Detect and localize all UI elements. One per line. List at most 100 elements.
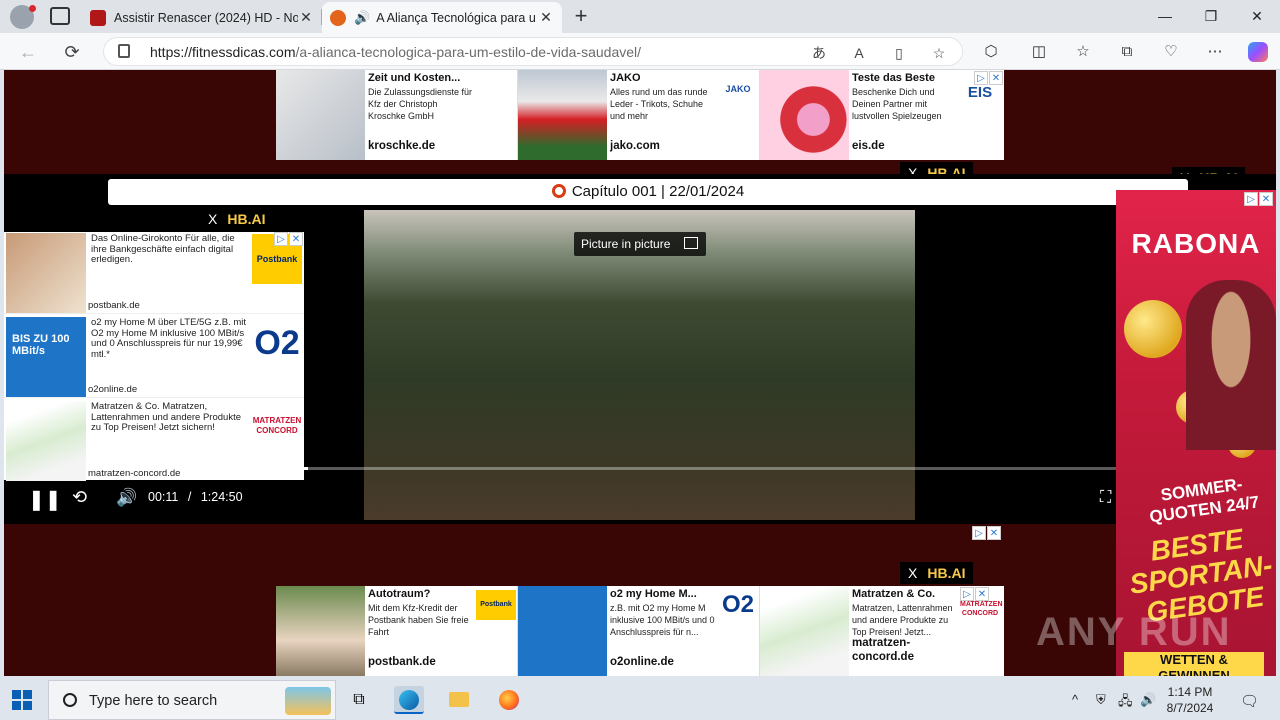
episode-title-bar: Capítulo 001 | 22/01/2024 (108, 179, 1188, 205)
minimize-button[interactable]: — (1142, 4, 1188, 28)
video-frame[interactable] (364, 210, 915, 520)
web-page: Zeit und Kosten... Die Zulassungsdienste… (4, 70, 1276, 676)
ad-cell[interactable]: Teste das Beste Beschenke Dich und Deine… (760, 70, 1002, 160)
adchoices-icon[interactable]: ▷ (1244, 192, 1258, 206)
top-ad-banner[interactable]: Zeit und Kosten... Die Zulassungsdienste… (276, 70, 1004, 160)
ad-cell[interactable]: JAKO Alles rund um das runde Leder - Tri… (518, 70, 760, 160)
system-clock[interactable]: 1:14 PM 8/7/2024 (1160, 684, 1220, 716)
ad-close-icon[interactable]: ✕ (987, 526, 1001, 540)
close-tab-icon[interactable]: ✕ (298, 9, 314, 26)
security-icon[interactable]: ⛨ (1096, 692, 1106, 708)
tab-alianca[interactable]: 🔊 A Aliança Tecnológica para u ✕ (322, 2, 562, 33)
close-icon[interactable]: X (908, 565, 917, 581)
side-ad-domain: o2online.de (88, 384, 138, 395)
ad-headline: o2 my Home M... (610, 588, 697, 600)
ad-cell[interactable]: o2 my Home M... z.B. mit O2 my Home M in… (518, 586, 760, 676)
ad-close-icon[interactable]: ✕ (989, 71, 1003, 85)
ad-headline: Teste das Beste (852, 72, 935, 84)
url-text: https://fitnessdicas.com/a-alianca-tecno… (150, 44, 641, 60)
back-button[interactable]: ← (16, 40, 40, 64)
collections-icon[interactable]: ⧉ (1116, 41, 1138, 63)
o2-badge: BIS ZU 100 MBit/s (12, 333, 70, 357)
ad-image (276, 586, 365, 676)
current-time: 00:11 (148, 490, 179, 504)
episode-title: Capítulo 001 | 22/01/2024 (571, 183, 745, 200)
close-window-button[interactable]: ✕ (1234, 4, 1280, 28)
side-ad-domain: matratzen-concord.de (88, 468, 181, 479)
favorite-star-icon[interactable]: ☆ (930, 44, 948, 62)
ad-close-icon[interactable]: ✕ (1259, 192, 1273, 206)
immersive-reader-icon[interactable]: ▯ (890, 44, 908, 62)
lock-icon[interactable] (118, 44, 130, 58)
search-placeholder: Type here to search (89, 693, 218, 709)
close-icon[interactable]: X (208, 211, 217, 227)
ad-cell[interactable]: Zeit und Kosten... Die Zulassungsdienste… (276, 70, 518, 160)
adchoices-icon[interactable]: ▷ (974, 71, 988, 85)
adchoices-icon[interactable]: ▷ (960, 587, 974, 601)
restore-button[interactable]: ❐ (1188, 4, 1234, 28)
file-explorer-icon[interactable] (444, 686, 474, 714)
ad-cell[interactable]: Autotraum? Mit dem Kfz-Kredit der Postba… (276, 586, 518, 676)
edge-taskbar-icon[interactable] (394, 686, 424, 714)
tab-title: A Aliança Tecnológica para u (376, 10, 536, 25)
more-menu-icon[interactable]: ⋯ (1204, 41, 1226, 63)
performance-icon[interactable]: ♡ (1160, 41, 1182, 63)
favorites-icon[interactable]: ☆ (1072, 41, 1094, 63)
ad-close-icon[interactable]: ✕ (975, 587, 989, 601)
ad-body: Mit dem Kfz-Kredit der Postbank haben Si… (368, 603, 469, 637)
wetten-gewinnen-button[interactable]: WETTEN & GEWINNEN (1124, 652, 1264, 676)
jako-logo: JAKO (725, 84, 751, 94)
volume-tray-icon[interactable]: 🔊 (1140, 692, 1156, 708)
edge-logo-icon (399, 690, 419, 710)
address-bar[interactable]: https://fitnessdicas.com/a-alianca-tecno… (103, 37, 963, 66)
network-icon[interactable]: 🖧 (1118, 692, 1133, 714)
volume-icon[interactable]: 🔊 (116, 488, 137, 508)
side-ad-row[interactable]: Matratzen & Co. Matratzen, Lattenrahmen … (4, 400, 304, 482)
ad-domain: jako.com (610, 140, 660, 152)
ad-image (760, 70, 849, 160)
tab-renascer[interactable]: Assistir Renascer (2024) HD - Nov ✕ (82, 2, 322, 33)
side-ad-panel[interactable]: Das Online-Girokonto Für alle, die ihre … (4, 232, 304, 482)
hb-ai-logo: HB.AI (927, 565, 966, 581)
tab-favicon-icon (90, 9, 106, 26)
ad-headline: Matratzen & Co. (852, 588, 936, 600)
bottom-ad-banner[interactable]: Autotraum? Mit dem Kfz-Kredit der Postba… (276, 586, 1004, 676)
rewind-10-icon[interactable]: ⟲ (72, 487, 87, 508)
extensions-icon[interactable]: ⬡ (980, 41, 1002, 63)
copilot-icon[interactable] (1248, 42, 1268, 62)
tab-bar: Assistir Renascer (2024) HD - Nov ✕ 🔊 A … (0, 0, 1280, 33)
rabona-ad[interactable]: RABONA SOMMER-QUOTEN 24/7 BESTE SPORTAN-… (1116, 190, 1276, 676)
hb-close-bar[interactable]: X HB.AI (900, 562, 974, 584)
taskbar-search-box[interactable]: Type here to search (48, 680, 336, 720)
clock-date: 8/7/2024 (1166, 701, 1214, 715)
pause-icon[interactable]: ❚❚ (28, 487, 62, 512)
new-tab-button[interactable]: + (568, 3, 594, 29)
ad-cell[interactable]: Matratzen & Co. Matratzen, Lattenrahmen … (760, 586, 1003, 676)
task-view-icon[interactable]: ⧉ (344, 686, 374, 714)
tab-actions-icon[interactable] (50, 7, 70, 25)
time-display: 00:11 / 1:24:50 (148, 490, 243, 504)
show-hidden-icons-icon[interactable]: ^ (1072, 692, 1078, 707)
speaker-icon[interactable]: 🔊 (354, 10, 370, 26)
notifications-icon[interactable]: 🗨 (1240, 692, 1259, 710)
folder-icon (449, 692, 469, 707)
fullscreen-icon[interactable]: ⛶ (1100, 489, 1111, 507)
taskbar: Type here to search ⧉ ^ ⛨ 🖧 🔊 1:14 PM 8/… (0, 680, 1280, 720)
side-ad-domain: postbank.de (88, 300, 140, 311)
side-ad-row[interactable]: BIS ZU 100 MBit/s o2 my Home M über LTE/… (4, 316, 304, 398)
side-ad-row[interactable]: Das Online-Girokonto Für alle, die ihre … (4, 232, 304, 314)
ad-close-icon[interactable]: ✕ (289, 232, 303, 246)
windows-start-icon[interactable] (12, 690, 32, 710)
firefox-icon[interactable] (494, 686, 524, 714)
close-tab-icon[interactable]: ✕ (538, 9, 554, 26)
adchoices-icon[interactable]: ▷ (972, 526, 986, 540)
progress-bar[interactable] (304, 467, 1116, 470)
split-screen-icon[interactable]: ◫ (1028, 41, 1050, 63)
read-aloud-icon[interactable]: A (850, 44, 868, 62)
hb-close-bar[interactable]: X HB.AI (200, 208, 274, 230)
translate-icon[interactable]: あ (810, 44, 828, 62)
picture-in-picture-button[interactable]: Picture in picture (574, 232, 706, 256)
refresh-button[interactable]: ⟳ (60, 40, 84, 64)
promo-sommer-quoten: SOMMER-QUOTEN 24/7 (1148, 474, 1261, 527)
adchoices-icon[interactable]: ▷ (274, 232, 288, 246)
